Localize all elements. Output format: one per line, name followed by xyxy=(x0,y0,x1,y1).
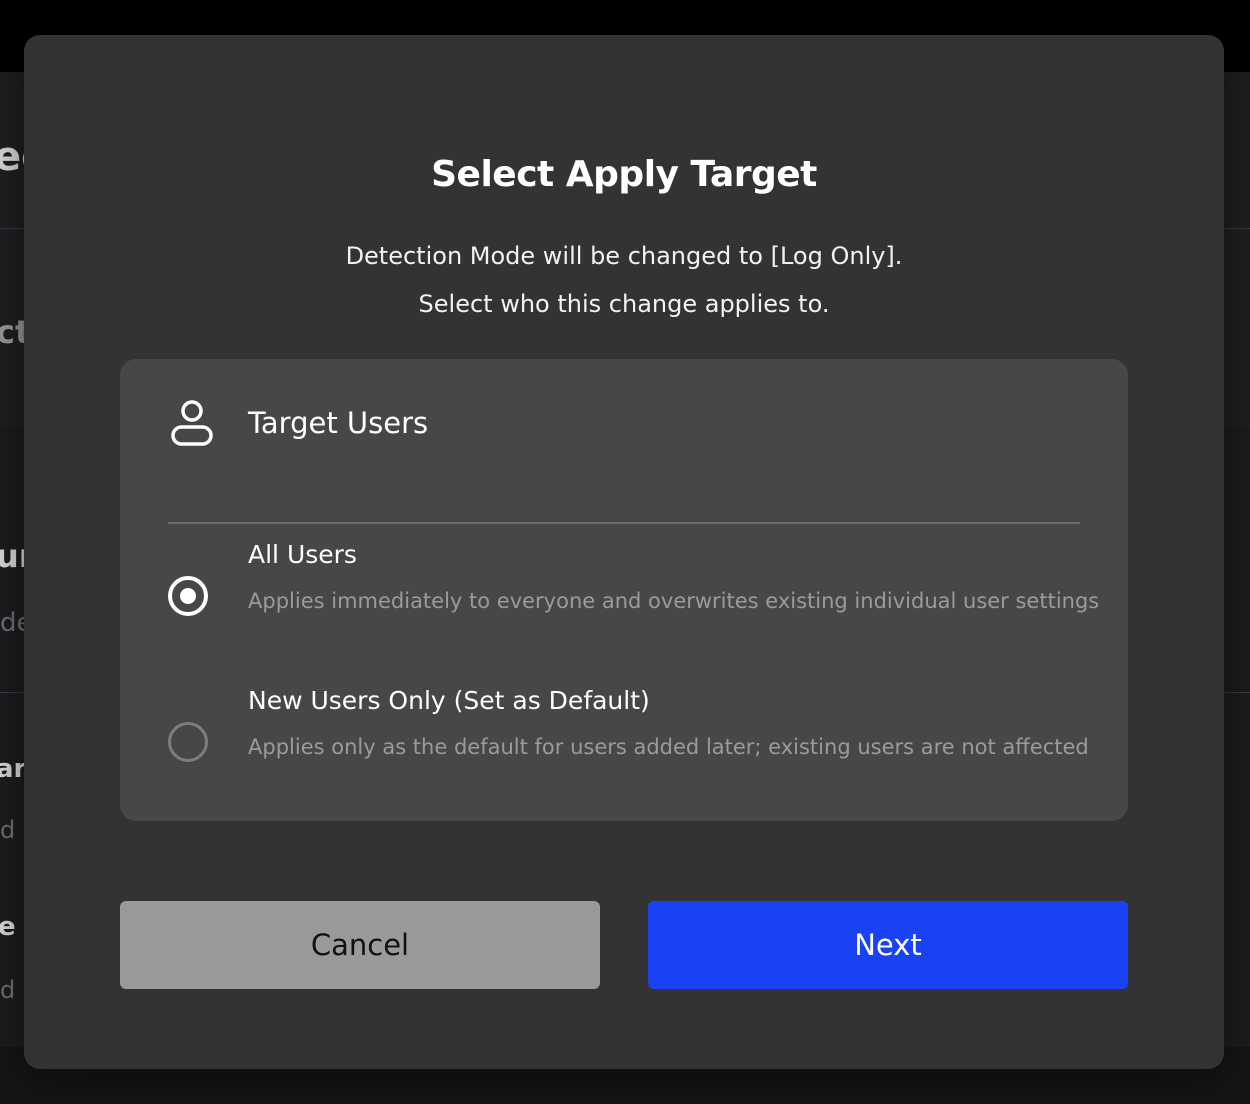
option-description: Applies immediately to everyone and over… xyxy=(248,589,1100,613)
option-description: Applies only as the default for users ad… xyxy=(248,735,1089,759)
apply-target-dialog: Select Apply Target Detection Mode will … xyxy=(24,35,1224,1069)
cancel-button[interactable]: Cancel xyxy=(120,901,600,989)
section-divider xyxy=(168,522,1080,524)
dialog-description-line-1: Detection Mode will be changed to [Log O… xyxy=(345,242,903,270)
radio-all-users[interactable] xyxy=(168,576,208,616)
radio-new-users-only[interactable] xyxy=(168,722,208,762)
target-users-panel: Target Users All Users Applies immediate… xyxy=(120,359,1128,821)
option-new-users-only[interactable]: New Users Only (Set as Default) Applies … xyxy=(120,675,1128,785)
radio-selected-dot xyxy=(180,588,196,604)
option-all-users[interactable]: All Users Applies immediately to everyon… xyxy=(120,529,1128,639)
target-users-heading: Target Users xyxy=(248,406,429,440)
option-label: All Users xyxy=(248,540,357,569)
dialog-description-line-2: Select who this change applies to. xyxy=(418,290,830,318)
next-button[interactable]: Next xyxy=(648,901,1128,989)
user-icon xyxy=(168,397,216,449)
dialog-title: Select Apply Target xyxy=(431,154,817,195)
option-label: New Users Only (Set as Default) xyxy=(248,686,650,715)
background-text: ar xyxy=(0,754,27,784)
